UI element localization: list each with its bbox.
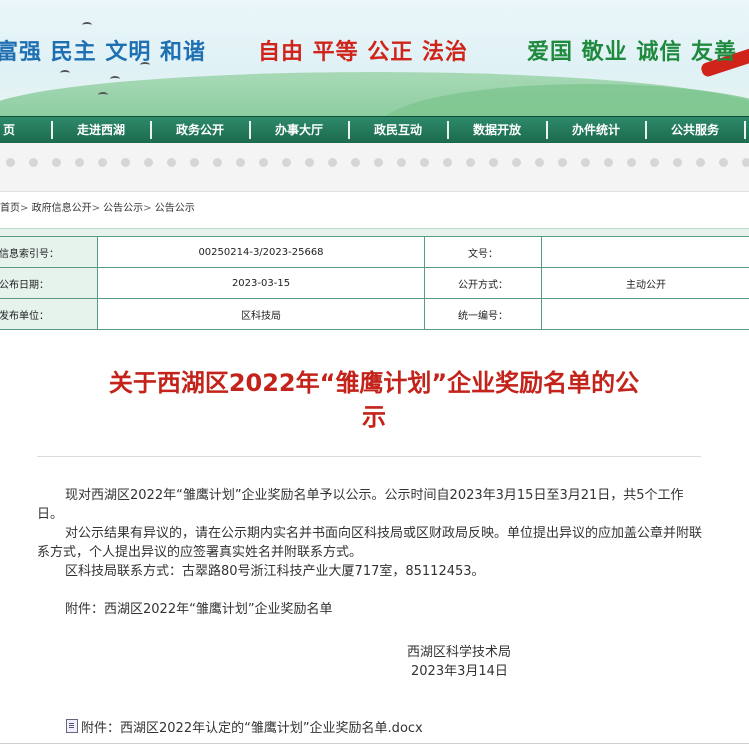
nav-item-home[interactable]: 页	[0, 117, 24, 143]
article-title-line2: 示	[362, 403, 386, 431]
nav-item-open-data[interactable]: 数据开放	[449, 117, 545, 143]
decorative-dot	[742, 158, 749, 167]
index-label: 信息索引号：	[0, 236, 98, 268]
decorative-dot	[167, 158, 176, 167]
header-banner: 富强 民主 文明 和谐 自由 平等 公正 法治 爱国 敬业 诚信 友善	[0, 0, 749, 116]
open-mode-label: 公开方式：	[424, 267, 542, 299]
unified-no-value	[541, 298, 749, 330]
article-title-line1: 关于西湖区2022年“雏鹰计划”企业奖励名单的公	[108, 369, 640, 397]
decorative-dot	[535, 158, 544, 167]
signature-date: 2023年3月14日	[411, 664, 508, 679]
decorative-dot	[328, 158, 337, 167]
nav-item-about[interactable]: 走进西湖	[53, 117, 149, 143]
breadcrumb-separator: >	[91, 203, 100, 214]
article-paragraph: 现对西湖区2022年“雏鹰计划”企业奖励名单予以公示。公示时间自2023年3月1…	[37, 488, 684, 522]
nav-item-interaction[interactable]: 政民互动	[350, 117, 446, 143]
date-value: 2023-03-15	[97, 267, 425, 299]
decorative-dot	[443, 158, 452, 167]
main-nav: 页 走进西湖 政务公开 办事大厅 政民互动 数据开放 办件统计 公共服务	[0, 116, 749, 144]
decorative-dot	[351, 158, 360, 167]
breadcrumb-separator: >	[143, 203, 152, 214]
nav-item-gov-affairs[interactable]: 政务公开	[152, 117, 248, 143]
attachment-link-row[interactable]: 附件：西湖区2022年认定的“雏鹰计划”企业奖励名单.docx	[66, 717, 423, 736]
attachment-note: 附件：西湖区2022年“雏鹰计划”企业奖励名单	[65, 602, 333, 617]
decorative-dot	[604, 158, 613, 167]
breadcrumb-notice[interactable]: 公告公示	[103, 203, 143, 214]
decorative-dot	[581, 158, 590, 167]
article-paragraph: 对公示结果有异议的，请在公示期内实名并书面向区科技局或区财政局反映。单位提出异议…	[37, 526, 703, 560]
decorative-dot	[144, 158, 153, 167]
nav-item-public-service[interactable]: 公共服务	[647, 117, 743, 143]
index-value: 00250214-3/2023-25668	[97, 236, 425, 268]
breadcrumb-separator: >	[20, 203, 29, 214]
decorative-dot	[696, 158, 705, 167]
decorative-dot	[512, 158, 521, 167]
decorative-dot	[558, 158, 567, 167]
decorative-dot	[719, 158, 728, 167]
decorative-dot	[52, 158, 61, 167]
nav-separator	[744, 121, 746, 139]
doc-no-label: 文号：	[424, 236, 542, 268]
decorative-dot	[213, 158, 222, 167]
breadcrumb-home[interactable]: 首页	[0, 203, 20, 214]
decorative-dot	[121, 158, 130, 167]
document-info-table: 信息索引号： 00250214-3/2023-25668 文号： 公布日期： 2…	[0, 236, 749, 330]
signature-org: 西湖区科学技术局	[407, 645, 512, 660]
open-mode-value: 主动公开	[541, 267, 749, 299]
unified-no-label: 统一编号：	[424, 298, 542, 330]
decorative-dot	[29, 158, 38, 167]
decorative-dot	[190, 158, 199, 167]
breadcrumb-current[interactable]: 公告公示	[155, 203, 195, 214]
nav-item-service-hall[interactable]: 办事大厅	[251, 117, 347, 143]
article-paragraph: 区科技局联系方式：古翠路80号浙江科技产业大厦717室，85112453。	[65, 564, 485, 579]
slogan-middle: 自由 平等 公正 法治	[258, 40, 468, 65]
article-body: 现对西湖区2022年“雏鹰计划”企业奖励名单予以公示。公示时间自2023年3月1…	[37, 486, 707, 619]
bird-icon	[82, 22, 92, 28]
bird-icon	[60, 70, 70, 76]
decorative-dot	[397, 158, 406, 167]
decorative-dot	[650, 158, 659, 167]
breadcrumb: 首页> 政府信息公开> 公告公示> 公告公示	[0, 199, 195, 214]
decorative-dot	[673, 158, 682, 167]
slogan-right: 爱国 敬业 诚信 友善	[527, 40, 737, 65]
decorative-dot	[374, 158, 383, 167]
publisher-value: 区科技局	[97, 298, 425, 330]
decorative-dot	[75, 158, 84, 167]
bird-icon	[98, 92, 108, 98]
bird-icon	[110, 76, 120, 82]
title-divider	[37, 456, 701, 457]
slogan-left: 富强 民主 文明 和谐	[0, 40, 206, 65]
doc-no-value	[541, 236, 749, 268]
decorative-dot	[420, 158, 429, 167]
decorative-dot	[282, 158, 291, 167]
publisher-label: 发布单位：	[0, 298, 98, 330]
decorative-dot-strip	[0, 143, 749, 192]
bottom-divider	[0, 743, 749, 744]
attachment-link[interactable]: 附件：西湖区2022年认定的“雏鹰计划”企业奖励名单.docx	[81, 721, 423, 736]
document-icon	[66, 719, 78, 733]
decorative-dot	[627, 158, 636, 167]
decorative-dot	[466, 158, 475, 167]
article-title: 关于西湖区2022年“雏鹰计划”企业奖励名单的公 示	[40, 366, 708, 434]
decorative-dot	[236, 158, 245, 167]
decorative-dot	[6, 158, 15, 167]
breadcrumb-gov-info[interactable]: 政府信息公开	[32, 203, 92, 214]
decorative-dot	[489, 158, 498, 167]
decorative-dot	[305, 158, 314, 167]
nav-item-statistics[interactable]: 办件统计	[548, 117, 644, 143]
decorative-dot	[98, 158, 107, 167]
date-label: 公布日期：	[0, 267, 98, 299]
decorative-dot	[259, 158, 268, 167]
